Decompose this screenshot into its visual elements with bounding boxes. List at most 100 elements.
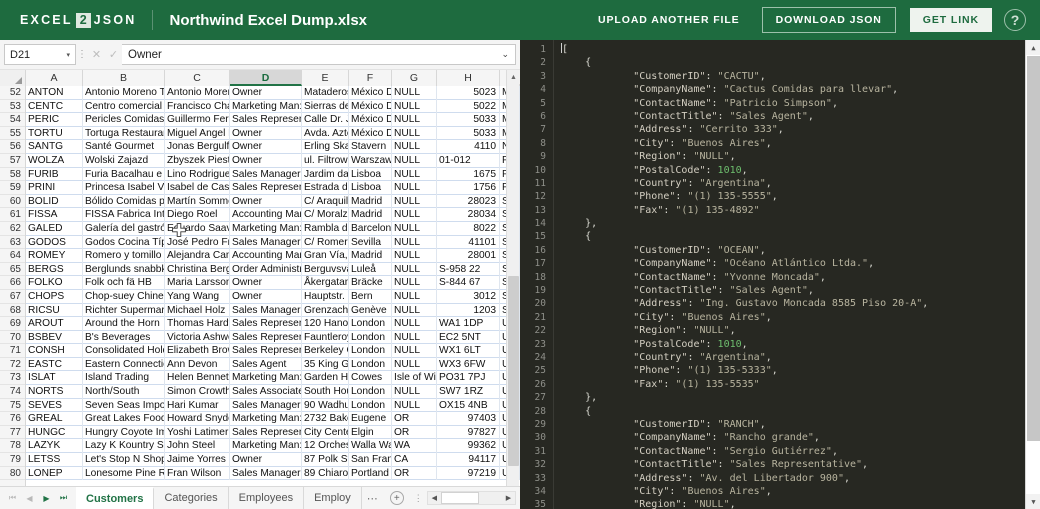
json-line[interactable]: "City": "Buenos Aires", <box>554 485 1025 498</box>
row-header[interactable]: 54 <box>0 113 25 127</box>
cell-D70[interactable]: Sales Represent <box>230 330 302 345</box>
cell-F70[interactable]: London <box>349 330 392 345</box>
cell-C69[interactable]: Thomas Hardy <box>165 317 230 331</box>
cell-A77[interactable]: HUNGC <box>26 425 83 440</box>
cell-E54[interactable]: Calle Dr. Jor <box>302 113 349 127</box>
cell-B66[interactable]: Folk och fä HB <box>83 276 165 290</box>
cell-C57[interactable]: Zbyszek Piestrzen <box>165 153 230 168</box>
row-header[interactable]: 66 <box>0 276 25 290</box>
json-line[interactable]: { <box>554 405 1025 418</box>
cell-B65[interactable]: Berglunds snabbkö <box>83 262 165 277</box>
column-header-h[interactable]: H <box>437 70 500 86</box>
sheet-tab-categories[interactable]: Categories <box>154 487 229 509</box>
cell-E58[interactable]: Jardim das r <box>302 167 349 182</box>
cell-E56[interactable]: Erling Skakk <box>302 140 349 154</box>
add-sheet-button[interactable]: + <box>389 491 404 505</box>
cell-H59[interactable]: 1756 <box>437 181 500 195</box>
cell-E70[interactable]: Fauntleroy ( <box>302 330 349 345</box>
row-header[interactable]: 70 <box>0 331 25 345</box>
cell-B74[interactable]: North/South <box>83 385 165 399</box>
cell-H65[interactable]: S-958 22 <box>437 262 500 277</box>
column-header-g[interactable]: G <box>392 70 437 86</box>
cell-H70[interactable]: EC2 5NT <box>437 330 500 345</box>
cell-A52[interactable]: ANTON <box>26 86 83 100</box>
cell-G65[interactable]: NULL <box>392 262 437 277</box>
row-header[interactable]: 76 <box>0 412 25 426</box>
cell-F77[interactable]: Elgin <box>349 425 392 440</box>
first-sheet-icon[interactable]: ⏮ <box>4 493 21 503</box>
cell-C68[interactable]: Michael Holz <box>165 303 230 318</box>
cell-F71[interactable]: London <box>349 344 392 358</box>
json-scroll-down-icon[interactable]: ▼ <box>1026 494 1040 509</box>
json-line[interactable]: "Fax": "(1) 135-5535" <box>554 378 1025 391</box>
cell-E73[interactable]: Garden Hou <box>302 371 349 386</box>
cell-A80[interactable]: LONEP <box>26 466 83 481</box>
cell-D61[interactable]: Accounting Mar <box>230 208 302 222</box>
hscroll-thumb[interactable] <box>440 492 479 504</box>
cell-E66[interactable]: Åkergatan 2 <box>302 276 349 290</box>
brand-logo[interactable]: EXCEL 2 JSON <box>20 12 136 28</box>
cell-H69[interactable]: WA1 1DP <box>437 317 500 331</box>
expand-formula-bar-icon[interactable]: ⌄ <box>501 49 509 60</box>
cell-G56[interactable]: NULL <box>392 140 437 154</box>
column-header-f[interactable]: F <box>349 70 392 86</box>
cell-C62[interactable]: Eduardo Saavedr; <box>165 221 230 236</box>
row-header[interactable]: 68 <box>0 304 25 318</box>
cell-D65[interactable]: Order Administr <box>230 262 302 277</box>
cell-H58[interactable]: 1675 <box>437 167 500 182</box>
cell-F57[interactable]: Warszawa <box>349 153 392 168</box>
next-sheet-icon[interactable]: ▶ <box>38 494 55 503</box>
cell-E59[interactable]: Estrada da s <box>302 181 349 195</box>
cell-A54[interactable]: PERIC <box>26 113 83 127</box>
json-line[interactable]: "ContactTitle": "Sales Agent", <box>554 284 1025 297</box>
cell-H77[interactable]: 97827 <box>437 425 500 440</box>
cell-G57[interactable]: NULL <box>392 153 437 168</box>
cell-B72[interactable]: Eastern Connection <box>83 357 165 372</box>
cell-D62[interactable]: Marketing Man: <box>230 221 302 236</box>
cell-H75[interactable]: OX15 4NB <box>437 398 500 413</box>
row-header[interactable]: 52 <box>0 86 25 100</box>
json-line[interactable]: }, <box>554 217 1025 230</box>
cell-E80[interactable]: 89 Chiarosc <box>302 466 349 481</box>
cell-D55[interactable]: Owner <box>230 126 302 141</box>
cell-A57[interactable]: WOLZA <box>26 153 83 168</box>
cell-B64[interactable]: Romero y tomillo <box>83 249 165 263</box>
cell-F59[interactable]: Lisboa <box>349 181 392 195</box>
cell-C76[interactable]: Howard Snyder <box>165 412 230 426</box>
cell-B73[interactable]: Island Trading <box>83 371 165 386</box>
json-line[interactable]: "ContactName": "Patricio Simpson", <box>554 97 1025 110</box>
cell-H53[interactable]: 5022 <box>437 99 500 114</box>
row-header[interactable]: 63 <box>0 236 25 250</box>
json-line[interactable]: "Fax": "(1) 135-4892" <box>554 204 1025 217</box>
cell-D60[interactable]: Owner <box>230 194 302 209</box>
json-line[interactable]: { <box>554 230 1025 243</box>
row-header[interactable]: 64 <box>0 249 25 263</box>
cell-H72[interactable]: WX3 6FW <box>437 357 500 372</box>
cell-G80[interactable]: OR <box>392 466 437 481</box>
cell-C75[interactable]: Hari Kumar <box>165 398 230 413</box>
cell-F72[interactable]: London <box>349 357 392 372</box>
cell-G58[interactable]: NULL <box>392 167 437 182</box>
json-line[interactable]: "Country": "Argentina", <box>554 351 1025 364</box>
cell-D68[interactable]: Sales Manager <box>230 303 302 318</box>
cell-G68[interactable]: NULL <box>392 303 437 318</box>
last-sheet-icon[interactable]: ⏭ <box>55 493 72 503</box>
json-line[interactable]: "PostalCode": 1010, <box>554 338 1025 351</box>
cell-G53[interactable]: NULL <box>392 99 437 114</box>
json-line[interactable]: "CustomerID": "OCEAN", <box>554 244 1025 257</box>
cell-E67[interactable]: Hauptstr. 29 <box>302 289 349 304</box>
json-line[interactable]: "ContactTitle": "Sales Agent", <box>554 110 1025 123</box>
cell-E76[interactable]: 2732 Baker <box>302 412 349 426</box>
cell-F76[interactable]: Eugene <box>349 412 392 426</box>
cell-A61[interactable]: FISSA <box>26 208 83 222</box>
cell-A73[interactable]: ISLAT <box>26 371 83 386</box>
cell-F75[interactable]: London <box>349 398 392 413</box>
cell-E71[interactable]: Berkeley Ga <box>302 344 349 358</box>
cell-H56[interactable]: 4110 <box>437 140 500 154</box>
cell-C59[interactable]: Isabel de Castro <box>165 181 230 195</box>
cell-B77[interactable]: Hungry Coyote Imp <box>83 425 165 440</box>
horizontal-scrollbar[interactable]: ◀ ▶ <box>426 491 516 505</box>
cell-A62[interactable]: GALED <box>26 221 83 236</box>
cell-H63[interactable]: 41101 <box>437 235 500 250</box>
cell-H60[interactable]: 28023 <box>437 194 500 209</box>
